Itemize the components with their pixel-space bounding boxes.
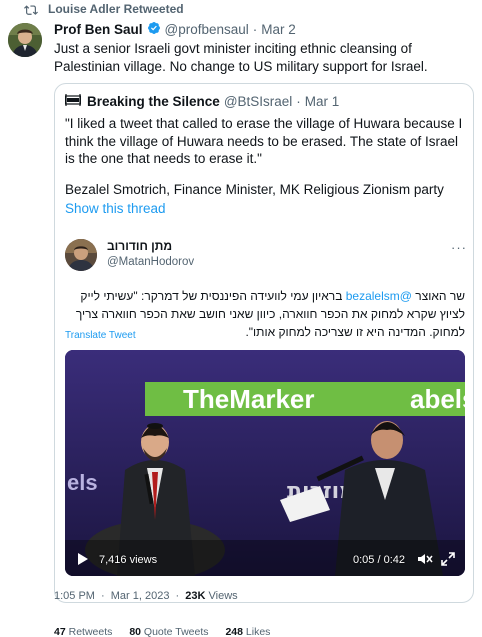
embedded-author-handle[interactable]: @MatanHodorov xyxy=(107,256,194,268)
author-name[interactable]: Prof Ben Saul xyxy=(54,22,143,37)
embedded-author-name[interactable]: מתן חודורוב xyxy=(107,239,172,253)
translate-tweet-link[interactable]: Translate Tweet xyxy=(65,330,136,341)
likes-label: Likes xyxy=(245,626,271,637)
tweet-date[interactable]: Mar 2 xyxy=(261,22,296,37)
meta-separator-2: · xyxy=(175,590,180,602)
volume-mute-icon[interactable] xyxy=(417,552,433,571)
quote-text: "I liked a tweet that called to erase th… xyxy=(65,116,463,166)
video-view-count: 7,416 views xyxy=(99,554,158,566)
retweet-banner-text: Louise Adler Retweeted xyxy=(48,2,184,16)
retweet-icon xyxy=(24,5,38,15)
tweet-time[interactable]: 1:05 PM xyxy=(54,590,95,602)
bts-logo-icon xyxy=(64,94,82,109)
retweets-count: 47 xyxy=(54,626,66,637)
video-player[interactable]: TheMarker abels els מוזרות xyxy=(65,350,465,576)
quote-tweets-stat[interactable]: 80 Quote Tweets xyxy=(129,626,208,637)
video-frame: TheMarker abels els מוזרות xyxy=(65,350,465,576)
likes-count: 248 xyxy=(225,626,243,637)
quote-separator: · xyxy=(296,94,301,109)
banner-text-right: abels xyxy=(410,384,465,414)
retweets-stat[interactable]: 47 Retweets xyxy=(54,626,112,637)
quote-attribution: Bezalel Smotrich, Finance Minister, MK R… xyxy=(65,182,444,197)
engagement-stats: 47 Retweets 80 Quote Tweets 248 Likes xyxy=(54,626,270,637)
quote-author-handle[interactable]: @BtSIsrael xyxy=(224,94,292,109)
embedded-avatar[interactable] xyxy=(65,239,97,271)
views-label: Views xyxy=(208,590,238,602)
play-icon[interactable] xyxy=(75,552,89,571)
quote-header: Breaking the Silence @BtSIsrael · Mar 1 xyxy=(64,94,340,109)
show-thread-link[interactable]: Show this thread xyxy=(65,201,166,216)
avatar[interactable] xyxy=(8,23,42,57)
tweet-full-date[interactable]: Mar 1, 2023 xyxy=(111,590,170,602)
tweet-meta: 1:05 PM · Mar 1, 2023 · 23K Views xyxy=(54,590,238,602)
retweet-banner[interactable]: Louise Adler Retweeted xyxy=(24,2,184,16)
video-time: 0:05 / 0:42 xyxy=(353,554,405,566)
header-separator: · xyxy=(252,22,258,37)
tweet-text: Just a senior Israeli govt minister inci… xyxy=(54,41,428,74)
quote-tweets-count: 80 xyxy=(129,626,141,637)
meta-separator: · xyxy=(101,590,105,602)
quote-date[interactable]: Mar 1 xyxy=(305,94,340,109)
retweets-label: Retweets xyxy=(68,626,113,637)
views-count: 23K xyxy=(185,590,206,602)
banner-text: TheMarker xyxy=(183,384,315,414)
verified-badge-icon xyxy=(147,21,161,38)
quote-author-name[interactable]: Breaking the Silence xyxy=(87,94,220,109)
more-options-icon[interactable]: ··· xyxy=(451,240,467,255)
likes-stat[interactable]: 248 Likes xyxy=(225,626,270,637)
quote-tweets-label: Quote Tweets xyxy=(143,626,209,637)
embedded-text-prefix: שר האוצר xyxy=(415,289,465,303)
author-handle[interactable]: @profbensaul xyxy=(165,22,249,37)
tweet-header: Prof Ben Saul @profbensaul · Mar 2 xyxy=(54,21,296,38)
quote-tweet-card[interactable]: Breaking the Silence @BtSIsrael · Mar 1 … xyxy=(54,83,474,603)
banner-left: els xyxy=(67,470,98,495)
mention-link[interactable]: @bezalelsm xyxy=(346,289,412,303)
fullscreen-icon[interactable] xyxy=(441,552,455,571)
